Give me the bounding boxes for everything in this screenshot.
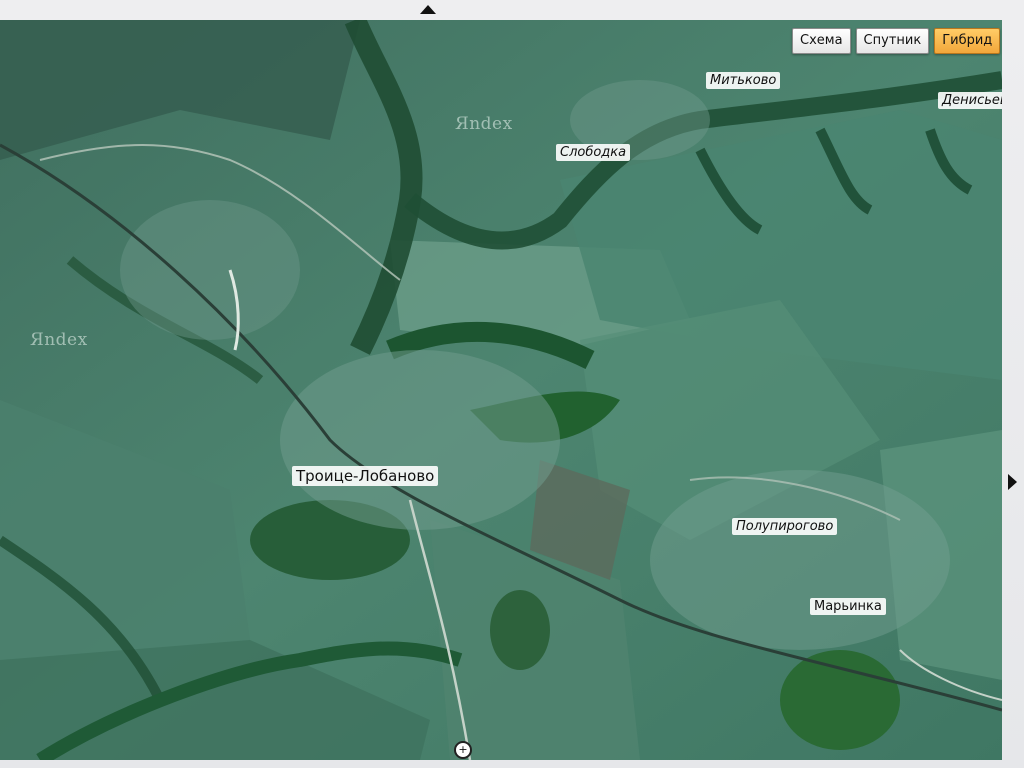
schema-button[interactable]: Схема [792, 28, 851, 54]
place-label-troitse-lobanovo[interactable]: Троице-Лобаново [292, 466, 439, 486]
place-label-marinka[interactable]: Марьинка [810, 598, 886, 615]
hybrid-button[interactable]: Гибрид [934, 28, 1001, 54]
pan-up-arrow-icon[interactable] [420, 5, 436, 14]
place-label-denisevo[interactable]: Денисьев [938, 92, 1002, 109]
map-type-switch: Схема Спутник Гибрид [792, 28, 1001, 54]
place-label-polupirogovo[interactable]: Полупирогово [732, 518, 838, 535]
zoom-in-cursor-icon: + [454, 741, 472, 759]
place-label-slobodka[interactable]: Слободка [556, 144, 631, 161]
yandex-watermark-left: Яndex [30, 330, 88, 350]
yandex-watermark-top: Яndex [455, 114, 513, 134]
screen: Яndex Яndex Митьково Денисьев Слободка Т… [0, 0, 1024, 768]
satellite-button[interactable]: Спутник [855, 28, 930, 54]
place-label-mitkovo[interactable]: Митьково [706, 72, 781, 89]
pan-right-arrow-icon[interactable] [1008, 474, 1017, 490]
map-viewport[interactable]: Яndex Яndex Митьково Денисьев Слободка Т… [0, 20, 1002, 760]
